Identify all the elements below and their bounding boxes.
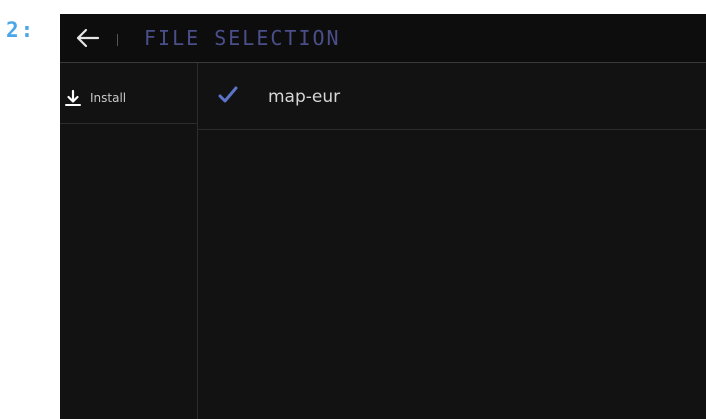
arrow-left-icon[interactable] (74, 26, 100, 50)
header-bar: FILE SELECTION (60, 14, 706, 63)
device-screen: FILE SELECTION Install map-eur (60, 14, 706, 419)
step-number-label: 2: (6, 18, 36, 42)
checkbox-checked-icon[interactable] (218, 85, 238, 105)
file-list: map-eur (198, 63, 706, 419)
download-icon (65, 89, 81, 106)
sidebar-item-install[interactable]: Install (60, 63, 197, 124)
header-divider (117, 34, 118, 46)
file-list-item[interactable]: map-eur (198, 63, 706, 130)
file-name: map-eur (268, 87, 341, 107)
page-title: FILE SELECTION (144, 26, 341, 50)
sidebar: Install (60, 63, 198, 419)
sidebar-item-label: Install (90, 91, 127, 105)
